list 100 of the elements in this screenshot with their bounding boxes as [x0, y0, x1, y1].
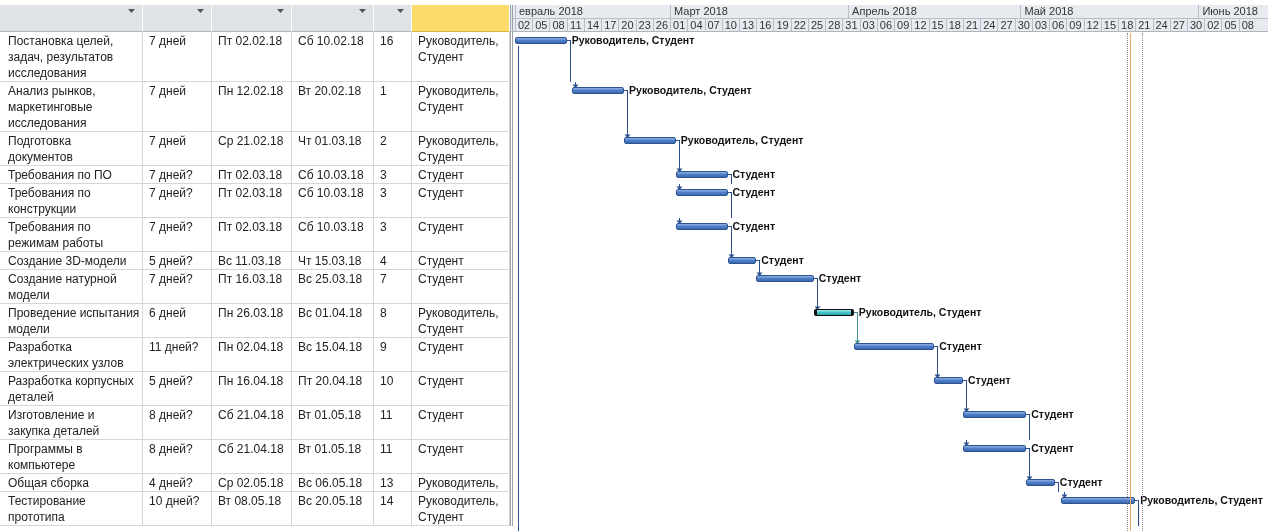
- predecessors-cell: 1: [374, 82, 412, 132]
- bar-label: Руководитель, Студент: [680, 133, 804, 147]
- start-date-cell: Пн 12.02.18: [212, 82, 292, 132]
- duration-cell: 7 дней: [143, 132, 212, 166]
- task-bar[interactable]: [813, 309, 854, 316]
- finish-date-cell: Вт 20.02.18: [292, 82, 374, 132]
- task-bar[interactable]: [1060, 497, 1136, 504]
- start-date-cell: Сб 21.04.18: [212, 440, 292, 474]
- duration-cell: 7 дней?: [143, 270, 212, 304]
- dropdown-icon[interactable]: [397, 9, 404, 13]
- task-bar[interactable]: [675, 189, 728, 196]
- connector-line: [853, 312, 858, 338]
- finish-date-cell: Вс 01.04.18: [292, 304, 374, 338]
- predecessors-cell: 3: [374, 166, 412, 184]
- duration-cell: 6 дней: [143, 304, 212, 338]
- month-label: Май 2018: [1020, 5, 1199, 18]
- task-bar[interactable]: [727, 257, 757, 264]
- dropdown-icon[interactable]: [277, 9, 284, 13]
- finish-date-cell: Вс 06.05.18: [292, 474, 374, 492]
- connector-line: [813, 278, 818, 304]
- day-label: 27: [1169, 19, 1187, 31]
- day-label: 17: [601, 19, 619, 31]
- task-name: Тестирование прототипа: [0, 492, 143, 526]
- task-name: Программы в компьютере: [0, 440, 143, 474]
- day-label: 06: [876, 19, 895, 31]
- resources-cell: Студент: [412, 372, 510, 406]
- predecessors-cell: 4: [374, 252, 412, 270]
- task-name: Постановка целей, задач, результатов исследования: [0, 32, 143, 82]
- day-label: 09: [1066, 19, 1084, 31]
- resources-cell: Студент: [412, 252, 510, 270]
- predecessors-cell: 3: [374, 184, 412, 218]
- finish-date-cell: Сб 10.02.18: [292, 32, 374, 82]
- task-bar[interactable]: [675, 171, 728, 178]
- predecessors-cell: 8: [374, 304, 412, 338]
- finish-date-cell: Чт 01.03.18: [292, 132, 374, 166]
- predecessors-cell: 11: [374, 440, 412, 474]
- task-name: Требования по режимам работы: [0, 218, 143, 252]
- finish-date-cell: Сб 10.03.18: [292, 166, 374, 184]
- day-label: 03: [1031, 19, 1050, 31]
- start-date-cell: Пт 02.02.18: [212, 32, 292, 82]
- start-date-cell: Вт 08.05.18: [212, 492, 292, 526]
- day-label: 22: [790, 19, 808, 31]
- resources-cell: Студент: [412, 184, 510, 218]
- day-label: 15: [1100, 19, 1119, 31]
- predecessors-cell: 10: [374, 372, 412, 406]
- day-label: 08: [1238, 19, 1256, 31]
- task-name: Разработка корпусных деталей: [0, 372, 143, 406]
- finish-date-cell: Чт 15.03.18: [292, 252, 374, 270]
- bar-label: Руководитель, Студент: [629, 83, 752, 97]
- task-bar[interactable]: [572, 87, 625, 94]
- month-label: Июнь 2018: [1198, 5, 1268, 18]
- month-label: евраль 2018: [515, 5, 671, 18]
- task-bar[interactable]: [853, 343, 935, 350]
- connector-line: [1026, 414, 1031, 440]
- day-label: 18: [945, 19, 963, 31]
- month-label: Март 2018: [670, 5, 849, 18]
- connector-line: [934, 346, 939, 372]
- finish-date-cell: Вт 01.05.18: [292, 406, 374, 440]
- day-label: 25: [807, 19, 826, 31]
- duration-cell: 5 дней?: [143, 252, 212, 270]
- finish-date-cell: Вс 20.05.18: [292, 492, 374, 526]
- day-label: 03: [859, 19, 877, 31]
- task-name: Анализ рынков, маркетинговые исследования: [0, 82, 143, 132]
- day-label: 07: [704, 19, 722, 31]
- resources-cell: Студент: [412, 270, 510, 304]
- connector-line: [675, 140, 680, 166]
- bar-label: Студент: [818, 271, 862, 285]
- finish-date-cell: Сб 10.03.18: [292, 218, 374, 252]
- task-name: Требования по конструкции: [0, 184, 143, 218]
- start-date-cell: Вс 11.03.18: [212, 252, 292, 270]
- bar-label: Студент: [967, 373, 1011, 387]
- dropdown-icon[interactable]: [197, 9, 204, 13]
- start-date-cell: Пт 02.03.18: [212, 218, 292, 252]
- start-date-cell: Сб 21.04.18: [212, 406, 292, 440]
- day-label: 24: [1152, 19, 1170, 31]
- predecessors-cell: 13: [374, 474, 412, 492]
- task-bar[interactable]: [962, 411, 1027, 418]
- task-bar[interactable]: [675, 223, 728, 230]
- dropdown-icon[interactable]: [359, 9, 366, 13]
- resources-cell: Студент: [412, 218, 510, 252]
- task-bar[interactable]: [962, 445, 1027, 452]
- day-label: 06: [1049, 19, 1067, 31]
- connector-line: [1135, 500, 1140, 526]
- resources-cell: Студент: [412, 338, 510, 372]
- dropdown-icon[interactable]: [128, 9, 135, 13]
- resources-cell: Руководитель,: [412, 474, 510, 492]
- bar-label: Руководитель, Студент: [1140, 493, 1263, 507]
- finish-date-cell: Сб 10.03.18: [292, 184, 374, 218]
- connector-line: [727, 192, 732, 218]
- resources-cell: Руководитель, Студент: [412, 132, 510, 166]
- duration-cell: 4 дней?: [143, 474, 212, 492]
- start-date-cell: Пн 02.04.18: [212, 338, 292, 372]
- task-name: Создание натурной модели: [0, 270, 143, 304]
- resources-cell: Руководитель, Студент: [412, 82, 510, 132]
- day-label: 10: [721, 19, 739, 31]
- day-label: 19: [773, 19, 791, 31]
- finish-date-cell: Вс 15.04.18: [292, 338, 374, 372]
- resources-cell: Студент: [412, 406, 510, 440]
- predecessors-cell: 14: [374, 492, 412, 526]
- connector-line: [566, 40, 571, 82]
